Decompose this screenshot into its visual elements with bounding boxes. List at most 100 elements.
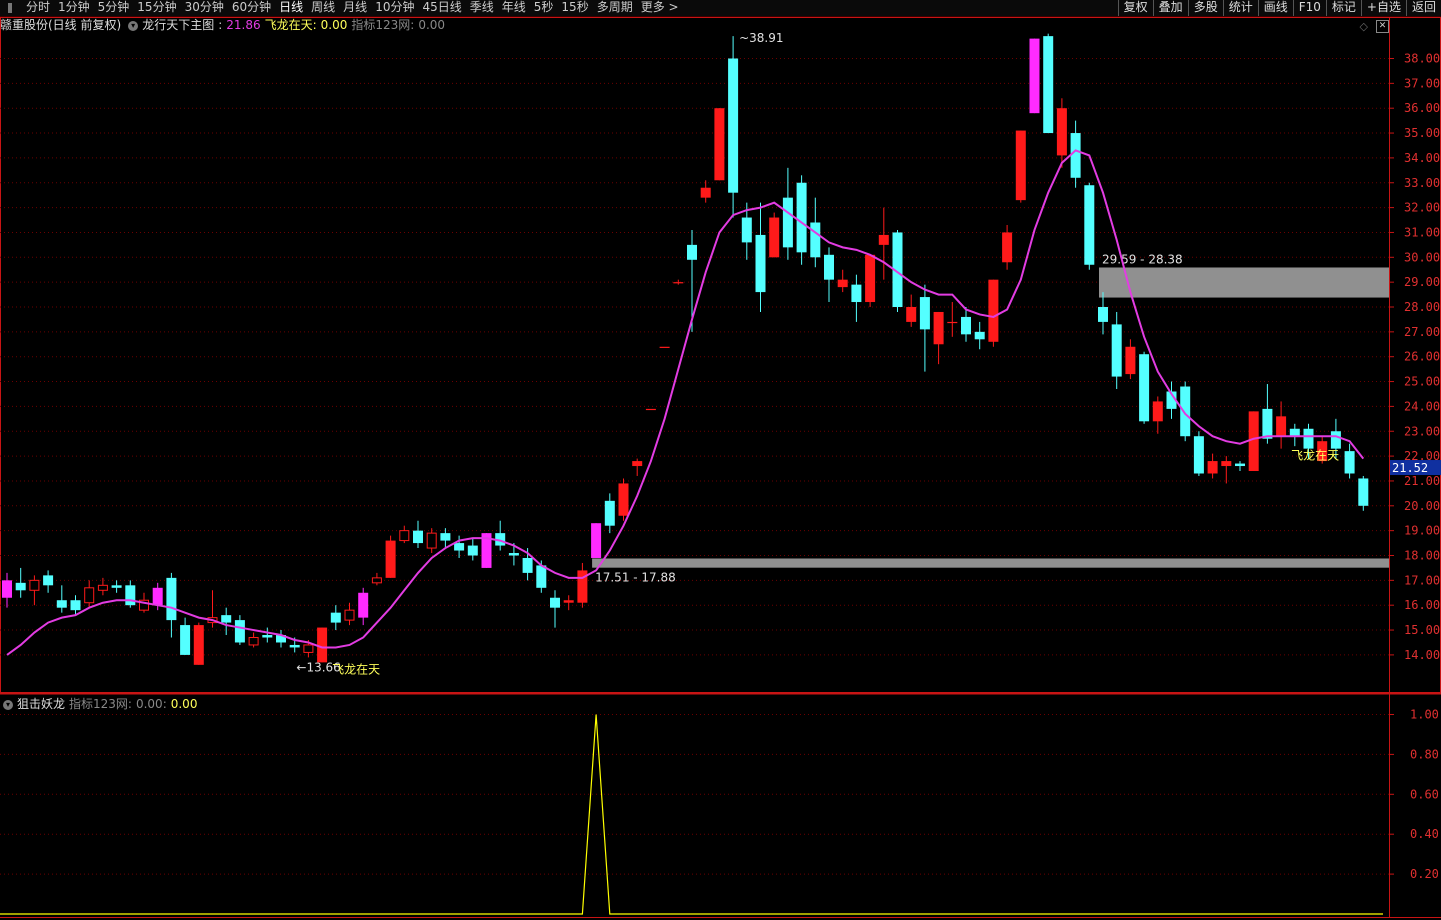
candle-body [84, 587, 95, 604]
candle-body [741, 217, 752, 243]
sub-y-tick-label: 0.80 [1410, 747, 1439, 761]
y-tick-label: 19.00 [1404, 524, 1440, 538]
sub-y-tick-label: 1.00 [1410, 708, 1439, 722]
signal-label: 飞龙在天 [332, 662, 380, 676]
y-tick-label: 15.00 [1404, 623, 1440, 637]
candle-body [933, 311, 944, 345]
candle-body [193, 625, 204, 665]
support-zone [592, 558, 1389, 568]
candle-body [906, 307, 917, 322]
candle-body [248, 637, 259, 646]
candle-body [673, 282, 684, 284]
y-tick-label: 16.00 [1404, 598, 1440, 612]
candle-body [1084, 185, 1095, 265]
candle-body [1111, 324, 1122, 377]
candle-body [221, 615, 232, 623]
candle-body [97, 584, 108, 591]
y-tick-label: 14.00 [1404, 648, 1440, 662]
candle-body [632, 461, 643, 467]
candle-body [1262, 408, 1273, 439]
candle-body [1303, 428, 1314, 449]
candle-body [591, 523, 602, 558]
candle-body [1056, 108, 1067, 156]
candle-body [303, 644, 314, 653]
candle-body [1276, 416, 1287, 437]
candle-body [1125, 346, 1136, 375]
candle-body [769, 217, 780, 258]
candle-body [317, 627, 328, 663]
candle-body [43, 575, 54, 586]
y-tick-label: 35.00 [1404, 126, 1440, 140]
zone-label: 29.59 - 28.38 [1102, 252, 1183, 266]
candle-body [550, 597, 560, 608]
y-tick-label: 29.00 [1404, 275, 1440, 289]
candle-body [426, 532, 437, 549]
price-chart[interactable]: 14.00 15.00 16.00 17.00 18.00 19.00 20.00 21.00… [0, 0, 1441, 920]
last-price-value: 21.52 [1392, 461, 1428, 475]
candle-body [810, 222, 821, 258]
candle-body [125, 585, 136, 606]
candle-body [1015, 130, 1026, 201]
y-tick-label: 37.00 [1404, 76, 1440, 90]
high-price-label: ~38.91 [739, 31, 783, 45]
y-tick-label: 31.00 [1404, 225, 1440, 239]
sub-y-tick-label: 0.20 [1410, 867, 1439, 881]
candle-body [714, 108, 725, 181]
sub-y-tick-label: 0.60 [1410, 787, 1439, 801]
candle-body [1152, 401, 1163, 422]
y-tick-label: 25.00 [1404, 375, 1440, 389]
candle-body [15, 582, 26, 591]
signal-label: 飞龙在天 [1291, 449, 1339, 463]
candle-body [385, 540, 396, 578]
y-tick-label: 24.00 [1404, 399, 1440, 413]
candle-body [604, 500, 615, 526]
candle-body [1193, 436, 1204, 474]
candle-body [1289, 428, 1300, 437]
candle-body [755, 234, 766, 293]
candle-body [262, 635, 273, 638]
candle-body [659, 346, 670, 348]
candle-body [522, 557, 533, 573]
candle-body [508, 553, 519, 556]
candle-body [1139, 354, 1150, 422]
candle-body [961, 316, 971, 335]
y-tick-label: 36.00 [1404, 101, 1440, 115]
candle-body [454, 543, 465, 551]
candle-body [1358, 478, 1369, 506]
y-tick-label: 32.00 [1404, 201, 1440, 215]
candle-body [2, 580, 12, 598]
y-tick-label: 26.00 [1404, 350, 1440, 364]
candle-body [851, 284, 862, 303]
candle-body [1207, 461, 1218, 474]
candle-body [166, 577, 177, 621]
y-tick-label: 17.00 [1404, 573, 1440, 587]
y-tick-label: 27.00 [1404, 325, 1440, 339]
candle-body [180, 625, 191, 655]
candle-body [467, 545, 478, 556]
candle-body [234, 620, 245, 643]
candle-body [344, 609, 355, 621]
candle-body [947, 321, 958, 324]
candle-body [645, 408, 656, 411]
y-tick-label: 20.00 [1404, 499, 1440, 513]
candle-body [728, 58, 739, 193]
candle-body [330, 612, 341, 623]
sub-indicator-line [0, 714, 1383, 915]
candle-body [919, 297, 930, 330]
candle-body [988, 279, 999, 342]
candle-body [440, 533, 451, 541]
candle-body [796, 182, 807, 253]
candle-body [687, 244, 697, 260]
y-tick-label: 28.00 [1404, 300, 1440, 314]
candle-body [371, 577, 382, 584]
candle-body [56, 600, 67, 608]
candle-body [29, 579, 40, 591]
candle-body [399, 530, 410, 542]
candle-body [878, 234, 889, 245]
candle-body [865, 254, 876, 303]
candle-body [1098, 307, 1108, 322]
candle-body [1043, 36, 1054, 134]
candle-body [700, 187, 711, 198]
zone-label: 17.51 - 17.88 [595, 571, 676, 585]
candle-body [1002, 232, 1013, 263]
